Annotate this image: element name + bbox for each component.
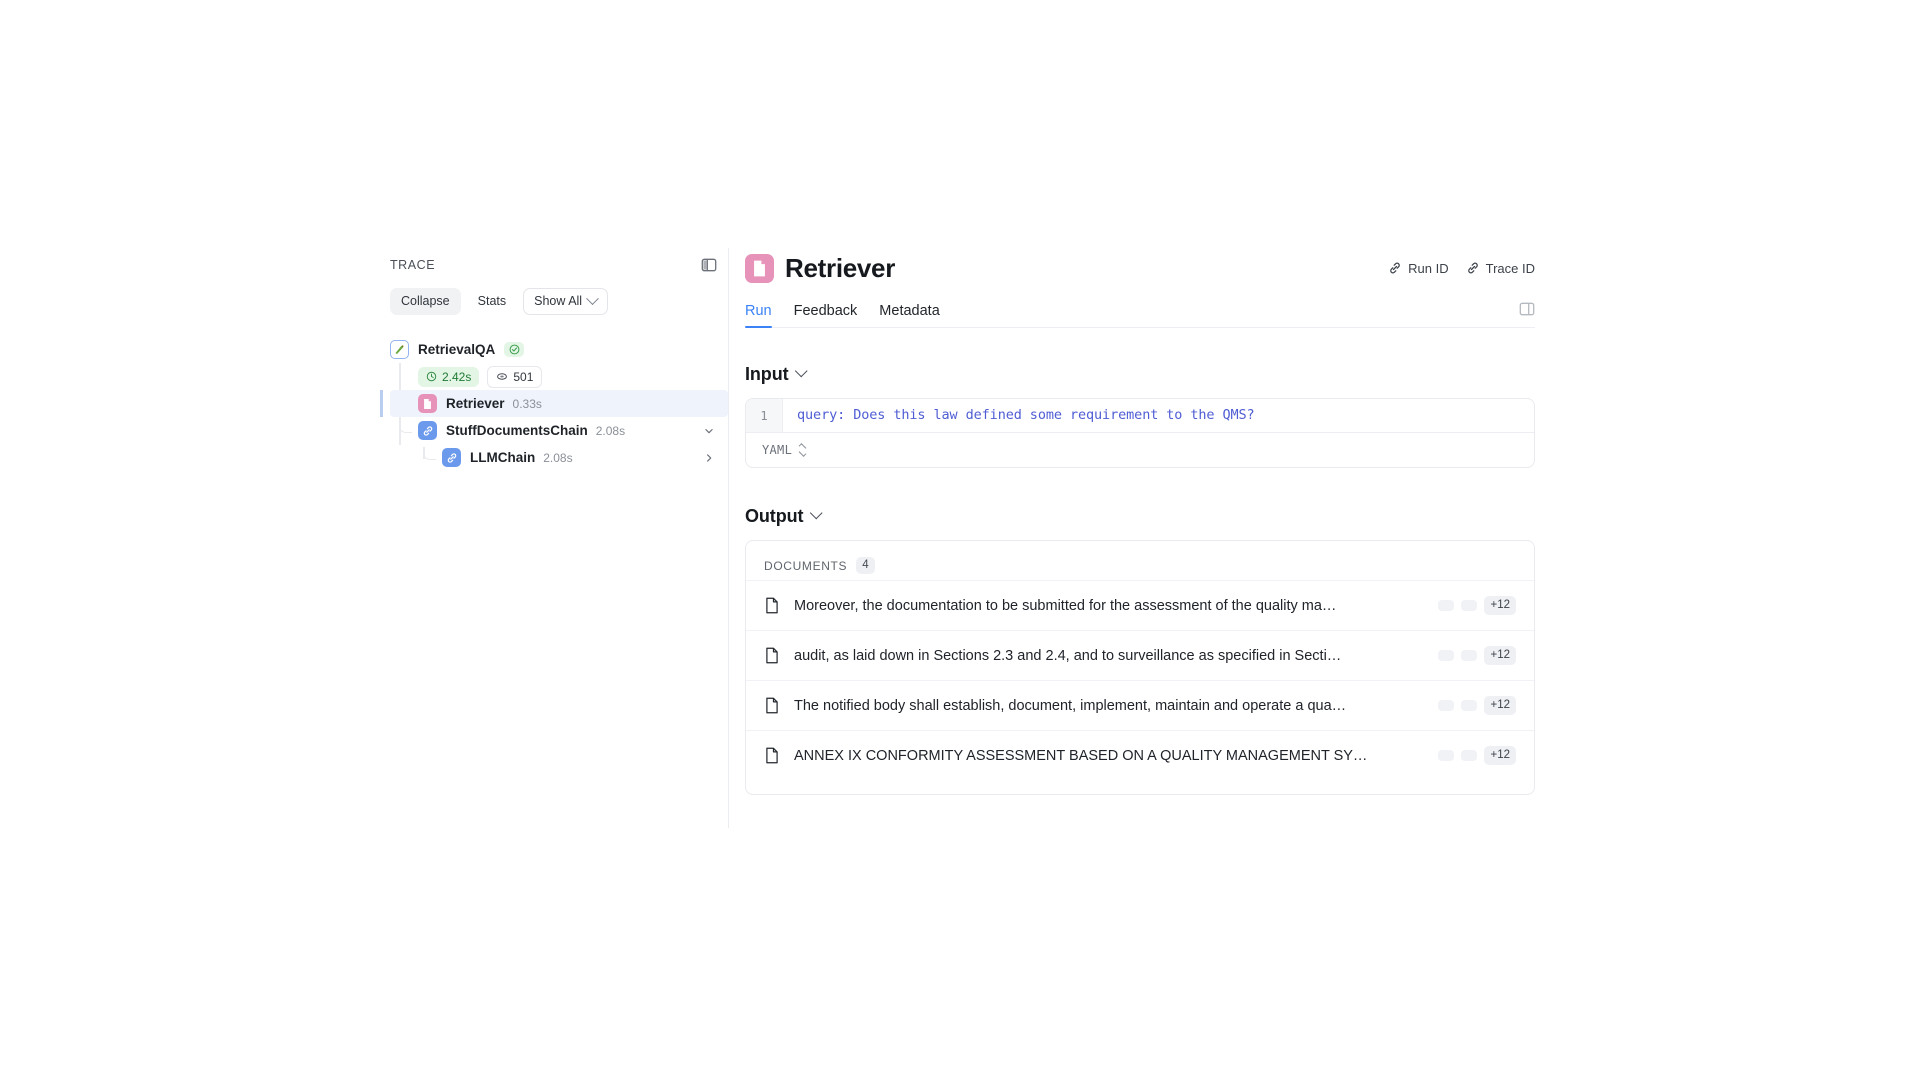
trace-controls: Collapse Stats Show All (390, 288, 728, 315)
collapse-button[interactable]: Collapse (390, 288, 461, 315)
trace-header: TRACE (390, 255, 728, 275)
input-code-card: 1 query: Does this law defined some requ… (745, 398, 1535, 468)
placeholder-pill (1461, 650, 1478, 661)
output-title: Output (745, 506, 804, 526)
tree-node-duration: 0.33s (512, 396, 542, 411)
document-meta: +12 (1426, 596, 1516, 615)
document-text: Moreover, the documentation to be submit… (794, 597, 1337, 614)
code-line: 1 query: Does this law defined some requ… (746, 399, 1534, 432)
code-format-selector[interactable]: YAML (746, 432, 1534, 467)
tree-node-retrievalqa[interactable]: RetrievalQA (390, 336, 728, 363)
trace-tree: RetrievalQA 2.42s 501 Retriever 0.33s St… (380, 336, 728, 471)
header-actions: Run ID Trace ID (1388, 261, 1535, 276)
file-icon (764, 647, 780, 664)
document-row[interactable]: audit, as laid down in Sections 2.3 and … (746, 630, 1534, 680)
code-format-label: YAML (762, 443, 793, 457)
tab-bar: Run Feedback Metadata (745, 300, 1535, 328)
document-meta: +12 (1426, 646, 1516, 665)
trace-id-label: Trace ID (1485, 260, 1535, 276)
tree-node-llmchain[interactable]: LLMChain 2.08s (390, 444, 728, 471)
page-title: Retriever (785, 252, 896, 283)
run-id-label: Run ID (1408, 260, 1449, 276)
tree-node-retriever[interactable]: Retriever 0.33s (380, 390, 728, 417)
output-section: Output DOCUMENTS 4 Moreover, the documen (745, 506, 1535, 795)
langchain-parrot-icon (390, 340, 409, 359)
trace-id-button[interactable]: Trace ID (1466, 261, 1535, 276)
chevron-down-icon[interactable] (702, 424, 716, 438)
documents-label: DOCUMENTS (764, 558, 848, 573)
placeholder-pill (1438, 750, 1455, 761)
stats-button[interactable]: Stats (467, 288, 518, 315)
token-value: 501 (513, 369, 534, 384)
placeholder-pill (1438, 650, 1455, 661)
documents-count-badge: 4 (856, 557, 875, 574)
documents-header: DOCUMENTS 4 (746, 541, 1534, 580)
duration-value: 2.42s (442, 369, 472, 384)
more-badge: +12 (1484, 746, 1516, 765)
chain-link-icon (418, 421, 437, 440)
output-section-header: Output (745, 506, 1535, 527)
chain-link-icon (442, 448, 461, 467)
code-content[interactable]: query: Does this law defined some requir… (783, 399, 1269, 432)
tree-node-duration: 2.08s (595, 423, 626, 438)
chevron-down-icon[interactable] (795, 364, 809, 378)
document-row[interactable]: Moreover, the documentation to be submit… (746, 580, 1534, 630)
document-meta: +12 (1426, 696, 1516, 715)
show-all-dropdown[interactable]: Show All (523, 288, 609, 315)
tree-node-label: Retriever (446, 396, 505, 411)
file-icon (764, 697, 780, 714)
show-all-label: Show All (534, 294, 583, 308)
file-icon (764, 747, 780, 764)
document-text: audit, as laid down in Sections 2.3 and … (794, 647, 1342, 664)
chevron-down-icon (586, 292, 599, 306)
placeholder-pill (1438, 600, 1455, 611)
tree-node-duration: 2.08s (543, 450, 573, 465)
document-text: The notified body shall establish, docum… (794, 697, 1347, 714)
run-id-button[interactable]: Run ID (1388, 260, 1449, 276)
duration-pill: 2.42s (418, 366, 480, 387)
chevron-right-icon[interactable] (702, 451, 716, 465)
input-section: Input 1 query: Does this law defined som… (745, 364, 1535, 468)
tree-node-label: StuffDocumentsChain (446, 423, 588, 438)
link-icon (1467, 262, 1478, 274)
input-title: Input (745, 364, 789, 384)
tree-node-stats: 2.42s 501 (390, 363, 728, 390)
document-meta: +12 (1426, 746, 1516, 765)
input-section-header: Input (745, 364, 1535, 385)
placeholder-pill (1461, 750, 1478, 761)
chevron-down-icon[interactable] (810, 506, 823, 520)
status-badge-success (504, 342, 525, 357)
panel-right-icon[interactable] (1519, 301, 1535, 327)
run-header: Retriever Run ID Trace ID (745, 250, 1535, 286)
placeholder-pill (1461, 700, 1478, 711)
more-badge: +12 (1484, 696, 1516, 715)
tree-node-label: LLMChain (470, 450, 536, 465)
more-badge: +12 (1484, 596, 1516, 615)
trace-label: TRACE (390, 258, 436, 272)
app-root: TRACE Collapse Stats Show All RetrievalQ… (0, 0, 1920, 1080)
chevron-up-down-icon[interactable] (798, 443, 807, 457)
document-icon (745, 253, 774, 283)
more-badge: +12 (1484, 646, 1516, 665)
run-detail-panel: Retriever Run ID Trace ID Run Feedback M… (745, 250, 1535, 795)
trace-sidebar: TRACE Collapse Stats Show All RetrievalQ… (380, 255, 728, 471)
tab-metadata[interactable]: Metadata (879, 303, 939, 327)
tree-node-label: RetrievalQA (418, 342, 496, 357)
document-row[interactable]: ANNEX IX CONFORMITY ASSESSMENT BASED ON … (746, 730, 1534, 780)
tab-feedback[interactable]: Feedback (794, 303, 858, 327)
placeholder-pill (1438, 700, 1455, 711)
file-icon (764, 597, 780, 614)
document-text: ANNEX IX CONFORMITY ASSESSMENT BASED ON … (794, 747, 1368, 764)
line-number: 1 (746, 399, 783, 432)
panel-left-icon[interactable] (700, 256, 718, 274)
document-icon (418, 394, 437, 413)
tab-run[interactable]: Run (745, 303, 772, 328)
documents-card: DOCUMENTS 4 Moreover, the documentation … (745, 540, 1535, 795)
link-icon (1390, 262, 1400, 274)
token-pill: 501 (487, 365, 543, 388)
placeholder-pill (1461, 600, 1478, 611)
panel-divider (728, 248, 729, 828)
document-row[interactable]: The notified body shall establish, docum… (746, 680, 1534, 730)
tree-node-stuffdocumentschain[interactable]: StuffDocumentsChain 2.08s (390, 417, 728, 444)
